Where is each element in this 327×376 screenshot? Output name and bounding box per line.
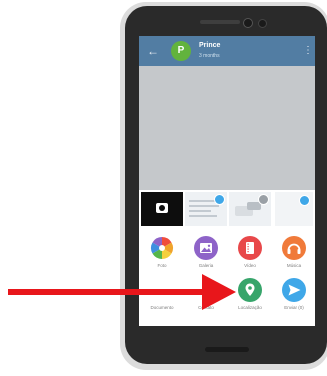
red-pointer-arrow-icon <box>8 274 236 310</box>
screenshot-stage: ← P Prince 3 months ⋮ Foto Galeria Vídeo… <box>0 0 327 376</box>
